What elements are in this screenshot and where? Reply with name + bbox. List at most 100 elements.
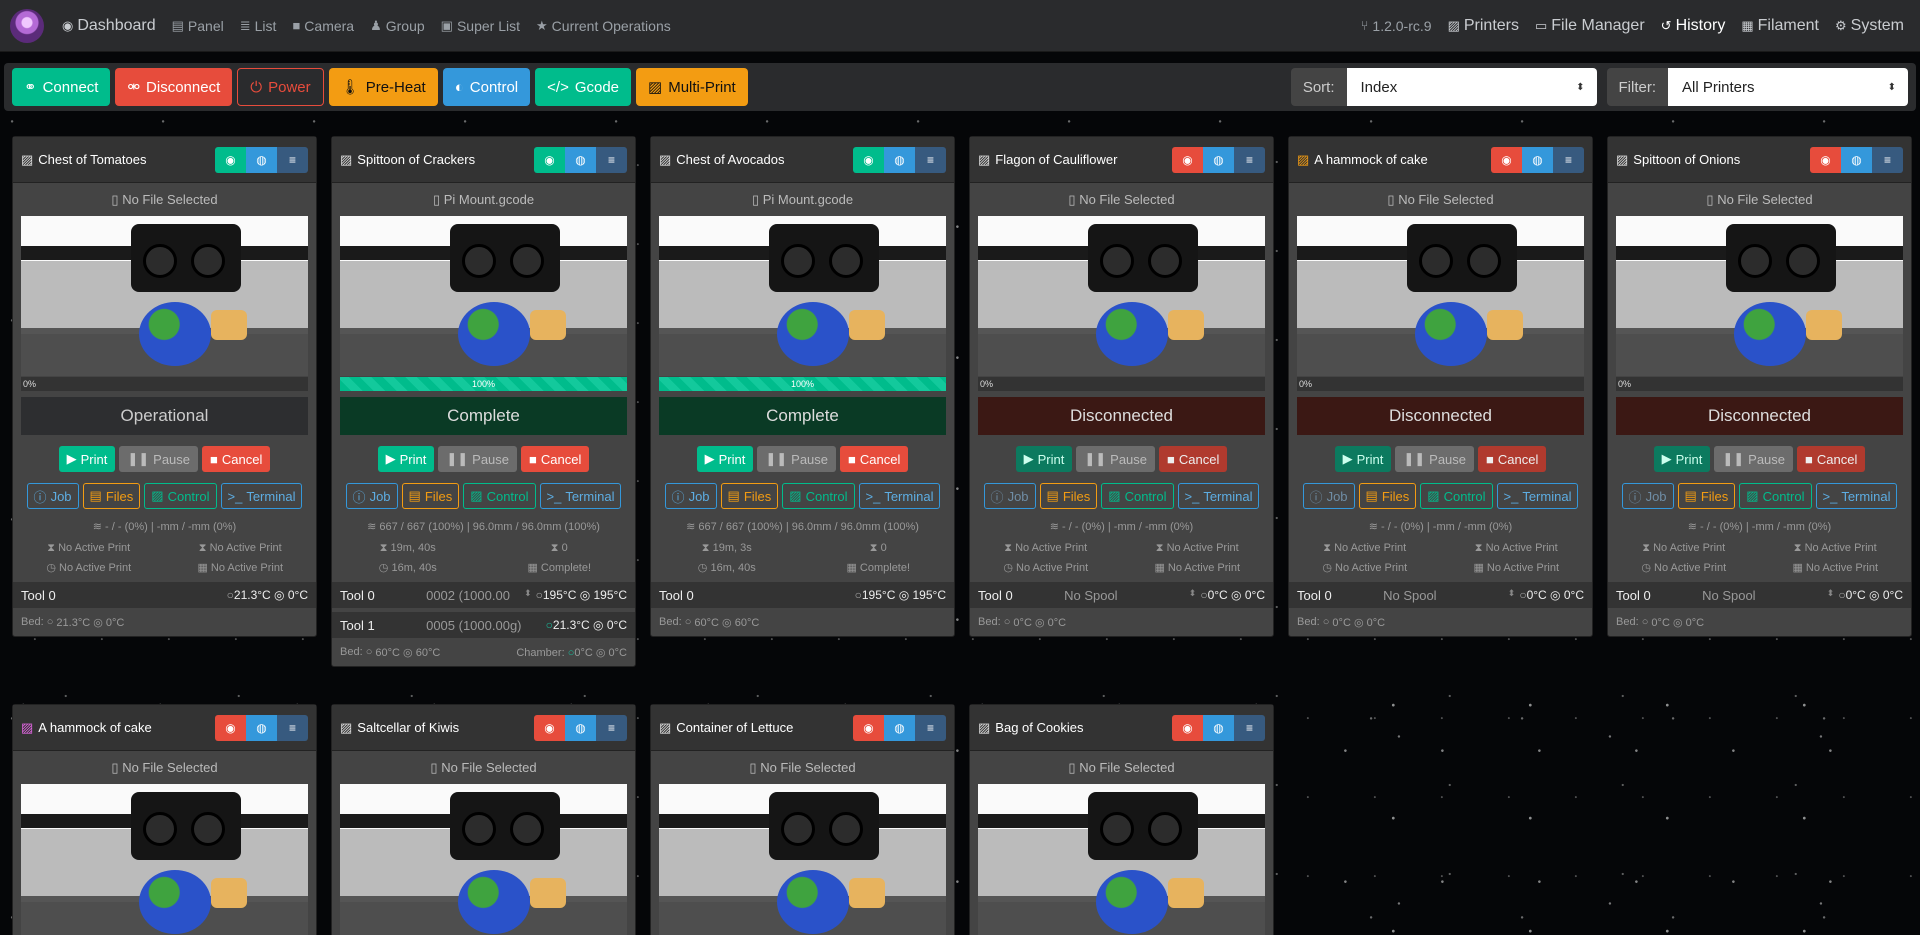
terminal-button[interactable]: >_ Terminal xyxy=(1177,483,1260,509)
menu-button[interactable]: ≡ xyxy=(1234,146,1265,173)
nav-item-group[interactable]: ♟ Group xyxy=(362,18,433,34)
version-indicator[interactable]: ⑂ 1.2.0-rc.9 xyxy=(1353,18,1440,34)
print-button[interactable]: ▶ Print xyxy=(377,446,435,472)
web-interface-button[interactable]: ◍ xyxy=(246,714,277,741)
terminal-button[interactable]: >_ Terminal xyxy=(220,483,303,509)
spool-select[interactable]: 0002 (1000.00 ⬍ xyxy=(426,588,536,603)
web-interface-button[interactable]: ◍ xyxy=(1841,146,1872,173)
job-button[interactable]: ⓘ Job xyxy=(345,483,398,509)
print-button[interactable]: ▶ Print xyxy=(1653,446,1711,472)
nav-item-file-manager[interactable]: ▭ File Manager xyxy=(1527,17,1653,35)
pause-button[interactable]: ❚❚ Pause xyxy=(1714,446,1794,472)
cancel-button[interactable]: ■ Cancel xyxy=(1797,446,1866,472)
camera-feed[interactable] xyxy=(21,784,308,935)
terminal-button[interactable]: >_ Terminal xyxy=(539,483,622,509)
job-button[interactable]: ⓘ Job xyxy=(983,483,1036,509)
web-interface-button[interactable]: ◍ xyxy=(1522,146,1553,173)
job-button[interactable]: ⓘ Job xyxy=(26,483,79,509)
power-toggle-button[interactable]: ◉ xyxy=(534,714,565,741)
power-toggle-button[interactable]: ◉ xyxy=(534,146,565,173)
camera-feed[interactable] xyxy=(1616,216,1903,376)
nav-item-list[interactable]: ≣ List xyxy=(232,18,285,34)
nav-item-current-operations[interactable]: ★ Current Operations xyxy=(528,18,679,34)
power-toggle-button[interactable]: ◉ xyxy=(215,146,246,173)
power-button[interactable]: ⏻ Power xyxy=(237,68,324,106)
web-interface-button[interactable]: ◍ xyxy=(565,714,596,741)
camera-feed[interactable] xyxy=(978,216,1265,376)
nav-item-camera[interactable]: ■ Camera xyxy=(284,18,362,34)
cancel-button[interactable]: ■ Cancel xyxy=(840,446,909,472)
job-button[interactable]: ⓘ Job xyxy=(664,483,717,509)
nav-item-printers[interactable]: ▨ Printers xyxy=(1440,17,1527,35)
nav-item-super-list[interactable]: ▣ Super List xyxy=(433,18,528,34)
menu-button[interactable]: ≡ xyxy=(596,146,627,173)
terminal-button[interactable]: >_ Terminal xyxy=(1815,483,1898,509)
nav-item-filament[interactable]: ▦ Filament xyxy=(1733,17,1827,35)
menu-button[interactable]: ≡ xyxy=(596,714,627,741)
spool-select[interactable]: No Spool ⬍ xyxy=(1702,588,1838,603)
menu-button[interactable]: ≡ xyxy=(915,146,946,173)
files-button[interactable]: ▤ Files xyxy=(720,483,779,509)
camera-feed[interactable] xyxy=(1297,216,1584,376)
control-button[interactable]: ◐ Control xyxy=(442,68,531,106)
job-button[interactable]: ⓘ Job xyxy=(1302,483,1355,509)
cancel-button[interactable]: ■ Cancel xyxy=(1478,446,1547,472)
web-interface-button[interactable]: ◍ xyxy=(1203,146,1234,173)
pause-button[interactable]: ❚❚ Pause xyxy=(119,446,199,472)
web-interface-button[interactable]: ◍ xyxy=(884,714,915,741)
pause-button[interactable]: ❚❚ Pause xyxy=(757,446,837,472)
web-interface-button[interactable]: ◍ xyxy=(1203,714,1234,741)
web-interface-button[interactable]: ◍ xyxy=(246,146,277,173)
nav-item-history[interactable]: ↺ History xyxy=(1653,17,1734,35)
pause-button[interactable]: ❚❚ Pause xyxy=(1076,446,1156,472)
nav-item-dashboard[interactable]: ◉ Dashboard xyxy=(54,17,164,35)
connect-all-button[interactable]: ⚭ Connect xyxy=(12,68,111,106)
menu-button[interactable]: ≡ xyxy=(915,714,946,741)
pause-button[interactable]: ❚❚ Pause xyxy=(1395,446,1475,472)
control-button[interactable]: ▨ Control xyxy=(144,483,217,509)
menu-button[interactable]: ≡ xyxy=(277,146,308,173)
terminal-button[interactable]: >_ Terminal xyxy=(1496,483,1579,509)
octofarm-logo[interactable] xyxy=(10,8,44,43)
web-interface-button[interactable]: ◍ xyxy=(565,146,596,173)
camera-feed[interactable] xyxy=(21,216,308,376)
spool-select[interactable]: No Spool ⬍ xyxy=(1383,588,1519,603)
power-toggle-button[interactable]: ◉ xyxy=(853,146,884,173)
nav-item-system[interactable]: ⚙ System xyxy=(1827,17,1912,35)
power-toggle-button[interactable]: ◉ xyxy=(1491,146,1522,173)
files-button[interactable]: ▤ Files xyxy=(401,483,460,509)
gcode-button[interactable]: </> Gcode xyxy=(535,68,632,106)
cancel-button[interactable]: ■ Cancel xyxy=(1159,446,1228,472)
web-interface-button[interactable]: ◍ xyxy=(884,146,915,173)
power-toggle-button[interactable]: ◉ xyxy=(1172,714,1203,741)
control-button[interactable]: ▨ Control xyxy=(1420,483,1493,509)
terminal-button[interactable]: >_ Terminal xyxy=(858,483,941,509)
sort-select[interactable]: Index ⬍ xyxy=(1346,68,1597,106)
menu-button[interactable]: ≡ xyxy=(277,714,308,741)
pause-button[interactable]: ❚❚ Pause xyxy=(438,446,518,472)
control-button[interactable]: ▨ Control xyxy=(463,483,536,509)
power-toggle-button[interactable]: ◉ xyxy=(1172,146,1203,173)
files-button[interactable]: ▤ Files xyxy=(1677,483,1736,509)
multi-print-button[interactable]: ▨ Multi-Print xyxy=(636,68,748,106)
camera-feed[interactable] xyxy=(978,784,1265,935)
nav-item-panel[interactable]: ▤ Panel xyxy=(164,18,232,34)
preheat-button[interactable]: 🌡 Pre-Heat xyxy=(328,68,438,106)
filter-select[interactable]: All Printers ⬍ xyxy=(1668,68,1908,106)
camera-feed[interactable] xyxy=(340,784,627,935)
print-button[interactable]: ▶ Print xyxy=(696,446,754,472)
print-button[interactable]: ▶ Print xyxy=(1334,446,1392,472)
spool-select[interactable]: No Spool ⬍ xyxy=(1064,588,1200,603)
files-button[interactable]: ▤ Files xyxy=(1358,483,1417,509)
spool-select[interactable]: 0005 (1000.00g) xyxy=(426,618,546,633)
job-button[interactable]: ⓘ Job xyxy=(1621,483,1674,509)
power-toggle-button[interactable]: ◉ xyxy=(215,714,246,741)
print-button[interactable]: ▶ Print xyxy=(1015,446,1073,472)
control-button[interactable]: ▨ Control xyxy=(1739,483,1812,509)
menu-button[interactable]: ≡ xyxy=(1553,146,1584,173)
camera-feed[interactable] xyxy=(659,784,946,935)
control-button[interactable]: ▨ Control xyxy=(782,483,855,509)
camera-feed[interactable] xyxy=(340,216,627,376)
camera-feed[interactable] xyxy=(659,216,946,376)
disconnect-all-button[interactable]: ⚮ Disconnect xyxy=(115,68,233,106)
